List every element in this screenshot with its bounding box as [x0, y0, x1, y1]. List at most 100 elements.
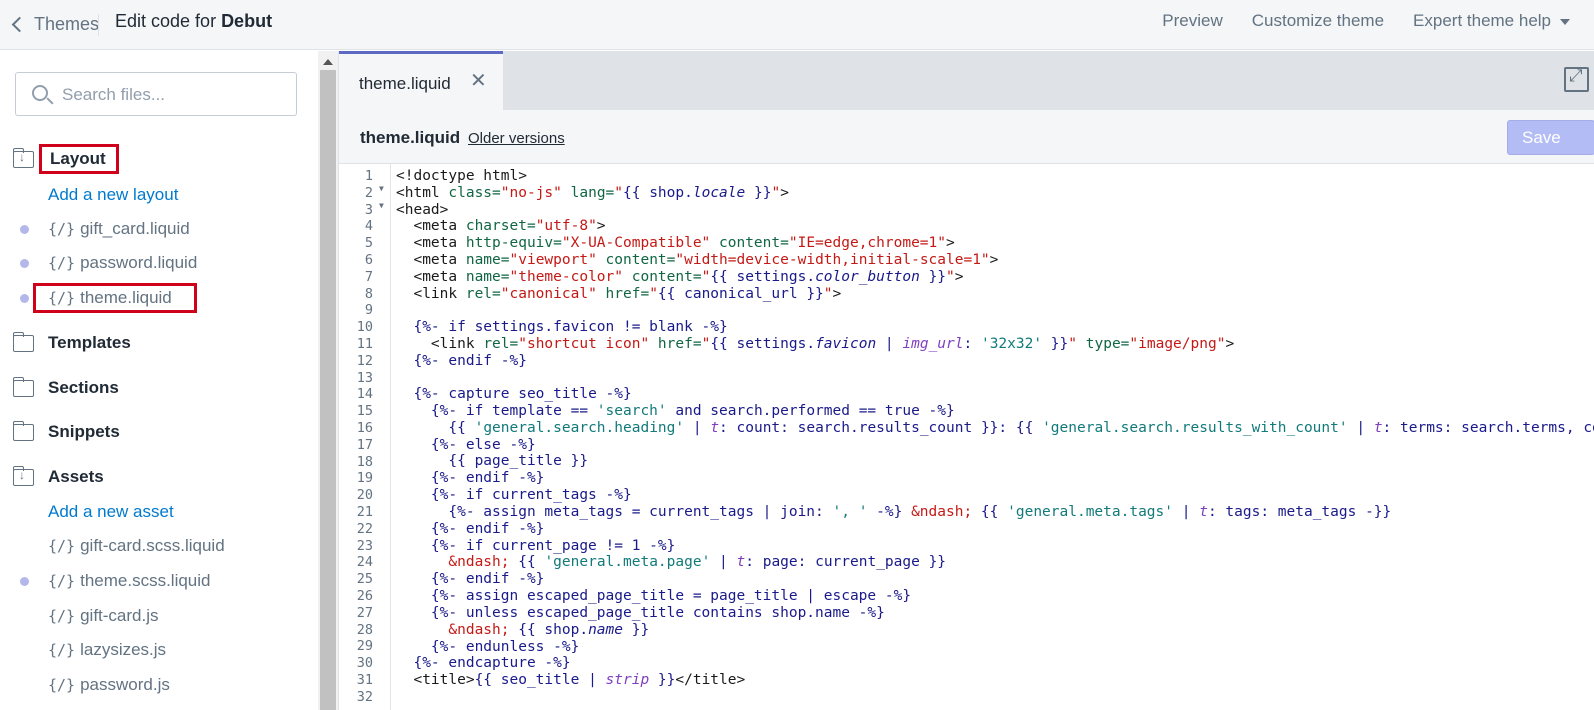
- code-file-icon: {/}: [48, 254, 76, 272]
- code-file-icon: {/}: [48, 537, 76, 555]
- line-number: 11: [356, 336, 373, 352]
- code-line: {%- endcapture -%}: [413, 655, 571, 671]
- line-number: 17: [356, 436, 373, 453]
- search-files-input[interactable]: [62, 82, 282, 108]
- line-number: 27: [356, 604, 373, 621]
- line-number: 8: [364, 285, 373, 302]
- code-line: <meta name="viewport" content="width=dev…: [396, 252, 999, 268]
- code-editor-pane: theme.liquid ✕ theme.liquid Older versio…: [338, 51, 1594, 710]
- line-number: 7: [364, 268, 373, 285]
- code-file-icon: {/}: [48, 641, 76, 659]
- code-file-icon: {/}: [48, 289, 76, 307]
- code-line: {%- assign escaped_page_title = page_tit…: [430, 588, 912, 604]
- file-gift-card-js[interactable]: {/} gift-card.js: [20, 604, 159, 628]
- tab-theme-liquid[interactable]: theme.liquid ✕: [339, 51, 503, 110]
- line-number: 19: [356, 470, 373, 487]
- expand-icon[interactable]: [1564, 66, 1589, 92]
- folder-icon: [12, 420, 34, 441]
- tab-label: theme.liquid: [359, 74, 451, 93]
- line-number: 25: [356, 571, 373, 588]
- file-gift-card-liquid[interactable]: {/} gift_card.liquid: [20, 217, 190, 241]
- code-line: {%- if settings.favicon != blank -%}: [413, 319, 728, 335]
- code-line: <title>{{ seo_title | strip }}</title>: [396, 672, 746, 688]
- line-number: 10: [356, 319, 373, 336]
- back-label: Themes: [34, 13, 100, 34]
- line-number: 4: [364, 218, 373, 235]
- line-number: 30: [356, 655, 373, 672]
- line-number: 23: [356, 537, 373, 554]
- scroll-up-icon[interactable]: [323, 59, 333, 65]
- caret-down-icon: [1560, 18, 1570, 25]
- preview-link[interactable]: Preview: [1162, 11, 1222, 31]
- code-line: <!doctype html>: [396, 168, 527, 184]
- search-icon: [32, 85, 48, 101]
- older-versions-link[interactable]: Older versions: [468, 130, 565, 147]
- modified-dot: [20, 293, 29, 303]
- code-line: {%- assign meta_tags = current_tags | jo…: [448, 504, 1392, 520]
- code-line: <html class="no-js" lang="{{ shop.locale…: [396, 185, 789, 201]
- line-number-gutter: 1 2 3 4 5 6 7 8 9 10 11 12 13 14 15 16 17 18 19 20 21 22 23 24 2…: [339, 164, 391, 710]
- code-line: &ndash; {{ shop.name }}: [448, 622, 650, 638]
- code-line: <link rel="shortcut icon" href="{{ setti…: [396, 336, 1235, 352]
- file-theme-liquid[interactable]: {/} theme.liquid: [20, 283, 197, 313]
- line-number: 18: [356, 453, 373, 470]
- line-number: 29: [356, 638, 373, 655]
- modified-dot: [20, 258, 29, 268]
- back-to-themes-link[interactable]: Themes: [11, 10, 100, 38]
- line-number: 26: [356, 588, 373, 604]
- folder-open-icon: [12, 465, 34, 486]
- line-number: 2: [364, 184, 373, 201]
- code-line: {%- if current_page != 1 -%}: [430, 538, 676, 554]
- customize-theme-link[interactable]: Customize theme: [1252, 11, 1384, 31]
- scrollbar-thumb[interactable]: [320, 70, 336, 710]
- line-number: 14: [356, 386, 373, 403]
- chevron-left-icon: [11, 16, 28, 32]
- file-sidebar: Layout Add a new layout {/}gift_card.liq…: [0, 51, 318, 710]
- code-line: <link rel="canonical" href="{{ canonical…: [396, 286, 842, 302]
- folder-templates[interactable]: Templates: [12, 331, 131, 355]
- editor-tab-bar: theme.liquid ✕: [339, 51, 1594, 110]
- code-line: {%- endif -%}: [430, 470, 545, 486]
- current-file-name: theme.liquid: [360, 128, 461, 147]
- code-line: {%- else -%}: [430, 437, 536, 453]
- code-line: {%- if current_tags -%}: [430, 487, 632, 503]
- theme-name: Debut: [221, 11, 273, 31]
- code-file-icon: {/}: [48, 220, 76, 238]
- folder-sections[interactable]: Sections: [12, 376, 119, 400]
- line-number: 13: [356, 369, 373, 386]
- line-number: 6: [364, 252, 373, 268]
- file-password-js[interactable]: {/} password.js: [20, 673, 170, 697]
- code-line: {%- endif -%}: [430, 571, 545, 587]
- line-number: 5: [364, 235, 373, 252]
- file-theme-liquid-highlight: {/} theme.liquid: [33, 283, 197, 313]
- line-number: 28: [356, 621, 373, 638]
- file-lazysizes-js[interactable]: {/} lazysizes.js: [20, 638, 166, 662]
- page-title: Edit code for Debut: [115, 11, 273, 31]
- code-area[interactable]: 1 2 3 4 5 6 7 8 9 10 11 12 13 14 15 16 17 18 19 20 21 22 23 24 2…: [339, 164, 1594, 710]
- file-theme-scss[interactable]: {/} theme.scss.liquid: [20, 569, 210, 593]
- add-new-asset-link[interactable]: Add a new asset: [48, 502, 174, 522]
- folder-layout[interactable]: Layout: [12, 144, 119, 174]
- line-number: 24: [356, 554, 373, 571]
- code-line: <meta http-equiv="X-UA-Compatible" conte…: [396, 235, 955, 251]
- folder-icon: [12, 331, 34, 352]
- top-bar: Themes Edit code for Debut Preview Custo…: [0, 0, 1594, 50]
- line-number: 12: [356, 352, 373, 369]
- fold-arrow-icon[interactable]: ▼: [379, 181, 384, 198]
- code-line: <meta name="theme-color" content="{{ set…: [396, 269, 964, 285]
- save-button[interactable]: Save: [1507, 120, 1594, 155]
- modified-dot: [20, 576, 29, 586]
- fold-arrow-icon[interactable]: ▼: [379, 198, 384, 215]
- add-new-layout-link[interactable]: Add a new layout: [48, 185, 178, 205]
- file-gift-card-scss[interactable]: {/} gift-card.scss.liquid: [20, 534, 225, 558]
- file-password-liquid[interactable]: {/} password.liquid: [20, 251, 197, 275]
- folder-snippets[interactable]: Snippets: [12, 420, 120, 444]
- line-number: 22: [356, 520, 373, 537]
- search-box: [15, 72, 297, 116]
- folder-assets[interactable]: Assets: [12, 465, 104, 489]
- close-icon[interactable]: ✕: [470, 71, 487, 91]
- expert-theme-help-menu[interactable]: Expert theme help: [1413, 11, 1570, 31]
- code-line: {%- if template == 'search' and search.p…: [430, 403, 955, 419]
- header-actions: Preview Customize theme Expert theme hel…: [1162, 11, 1570, 31]
- sidebar-scrollbar[interactable]: [318, 51, 338, 710]
